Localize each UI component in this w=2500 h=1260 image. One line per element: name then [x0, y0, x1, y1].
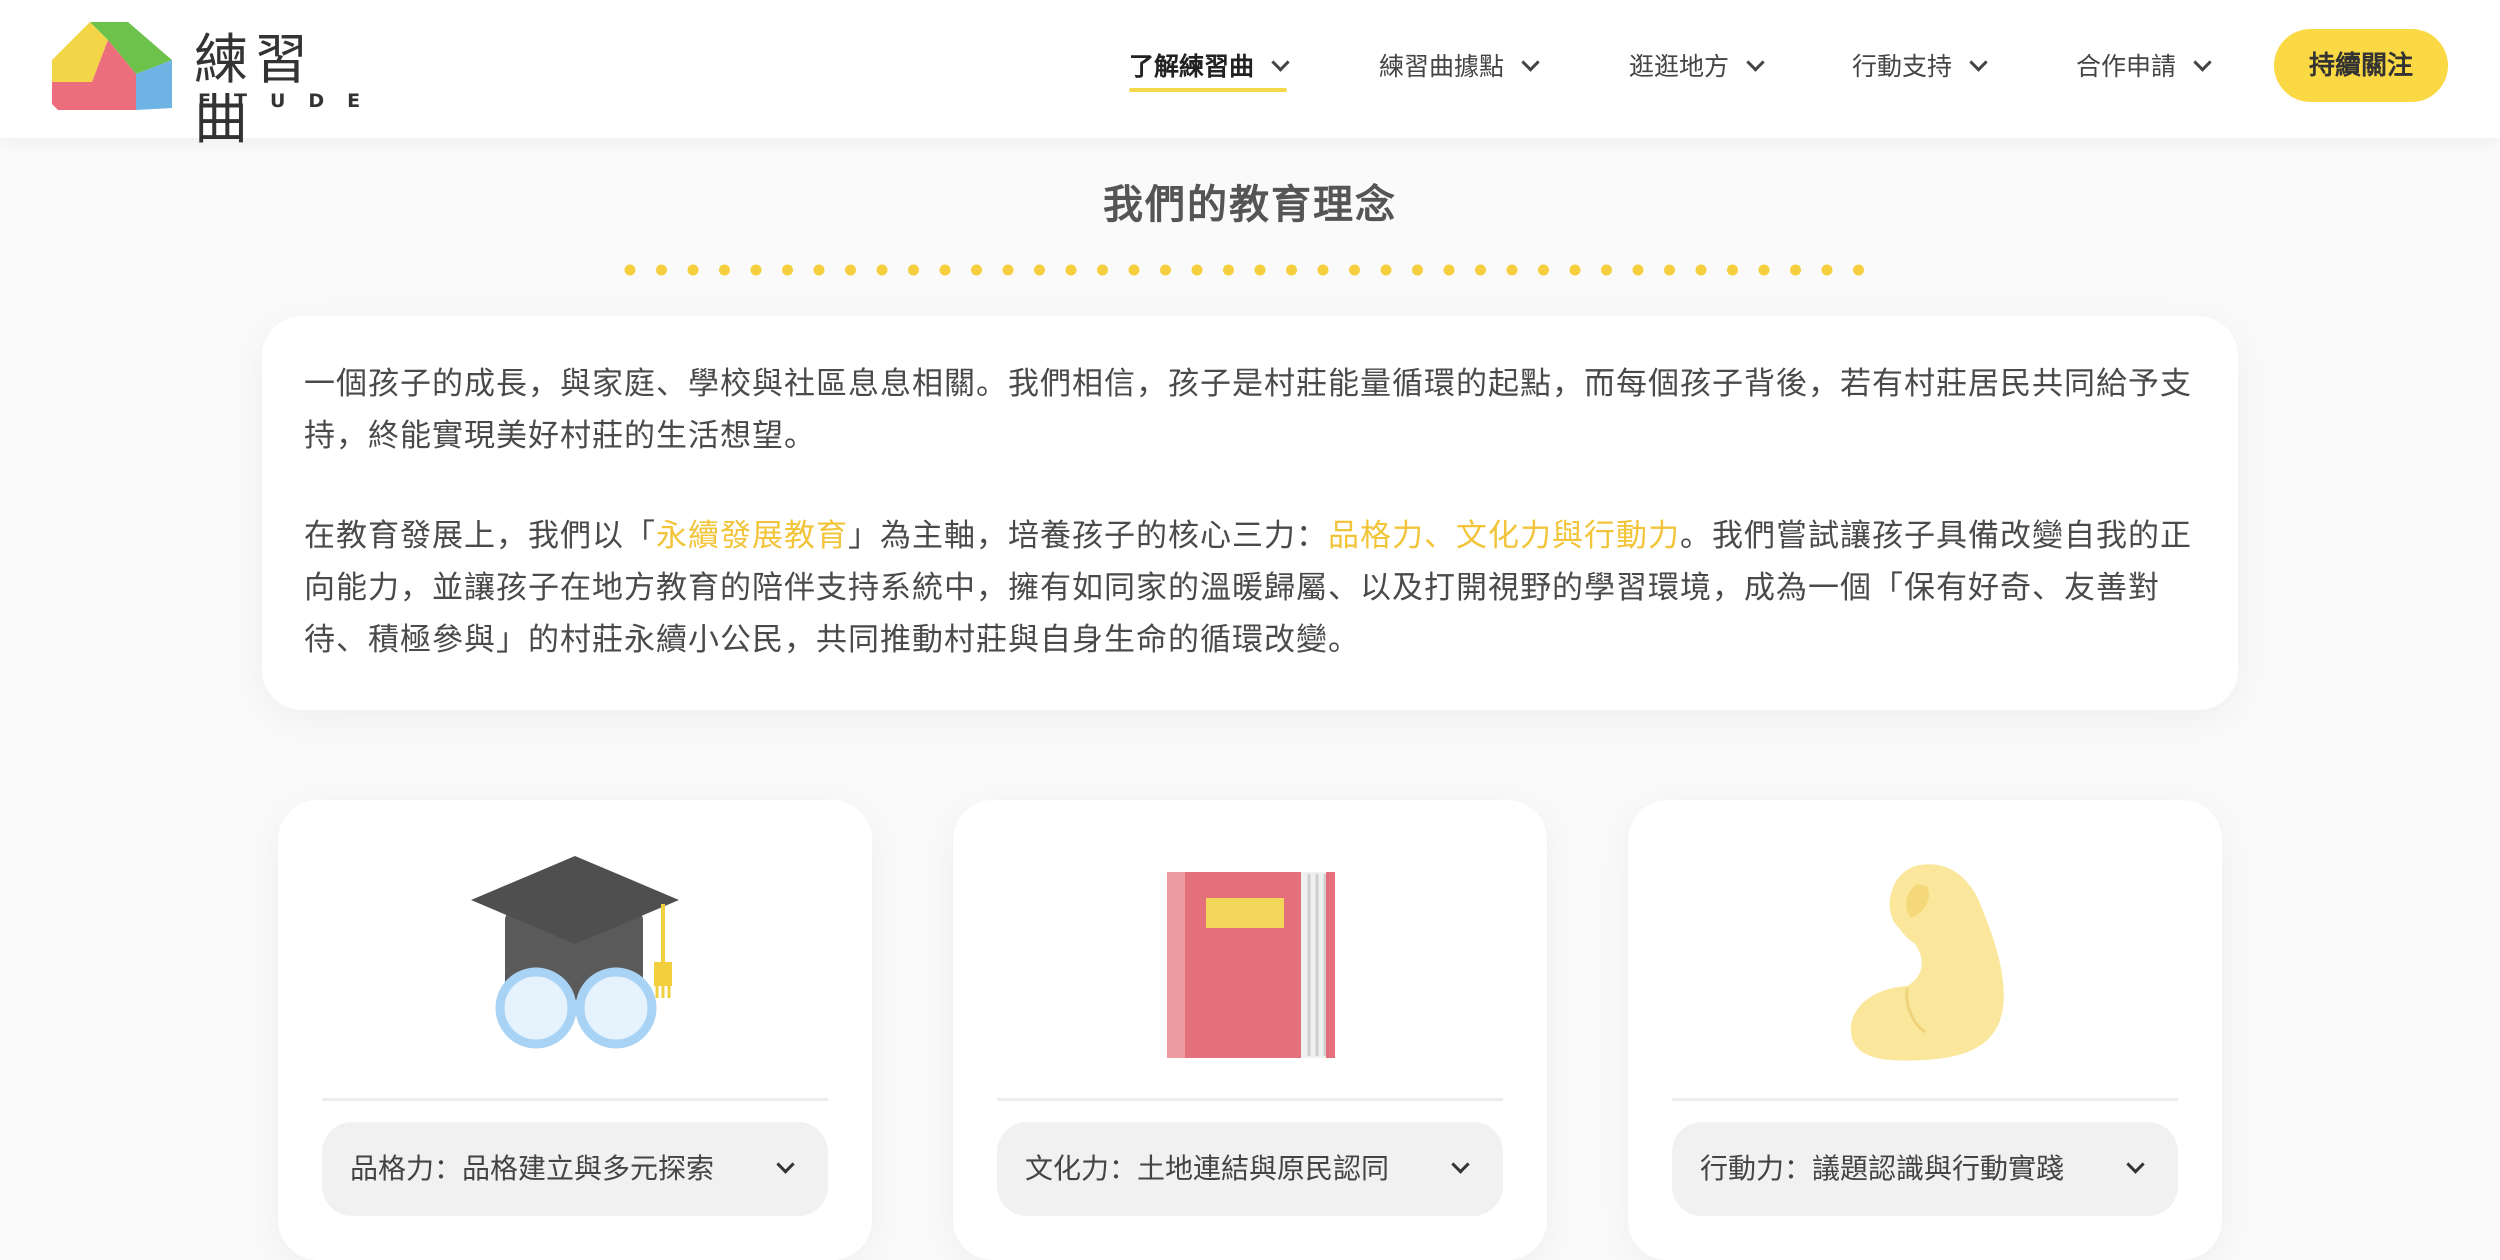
- feature-card-culture: 文化力：土地連結與原民認同: [953, 800, 1547, 1260]
- highlight-sustainable-education: 永續發展教育: [656, 518, 848, 554]
- divider-dot: [876, 264, 888, 276]
- action-dropdown[interactable]: 行動力：議題認識與行動實踐: [1672, 1122, 2178, 1216]
- dotted-divider: [624, 264, 1864, 276]
- nav-item-locations[interactable]: 練習曲據點: [1379, 48, 1540, 88]
- divider-dot: [1223, 264, 1234, 276]
- divider-dot: [1758, 264, 1770, 276]
- nav-item-partnership[interactable]: 合作申請: [2076, 48, 2212, 88]
- intro-paragraph-1: 一個孩子的成長，與家庭、學校與社區息息相關。我們相信，孩子是村莊能量循環的起點，…: [304, 366, 2192, 454]
- divider-dot: [624, 264, 636, 276]
- divider-dot: [1128, 264, 1140, 276]
- divider-dot: [1443, 264, 1455, 276]
- card-divider: [322, 1098, 828, 1101]
- follow-button[interactable]: 持續關注: [2274, 29, 2448, 102]
- nav-item-label: 練習曲據點: [1379, 52, 1505, 81]
- divider-dot: [1569, 264, 1581, 276]
- divider-dot: [1475, 264, 1486, 276]
- book-icon: [1167, 872, 1335, 1058]
- intro-text: 」為主軸，培養孩子的核心三力：: [848, 518, 1328, 554]
- divider-dot: [1506, 264, 1518, 276]
- logo-text-en: ETUDE: [198, 90, 384, 112]
- divider-dot: [1286, 264, 1297, 276]
- nav-item-label: 行動支持: [1852, 52, 1953, 81]
- chevron-down-icon: [2193, 53, 2212, 72]
- chevron-down-icon: [776, 1155, 795, 1174]
- divider-dot: [1695, 264, 1707, 276]
- flexed-arm-icon: [1850, 864, 2004, 1061]
- divider-dot: [1790, 264, 1801, 276]
- divider-dot: [845, 264, 856, 276]
- divider-dot: [1821, 264, 1833, 276]
- intro-paragraph-2: 在教育發展上，我們以「永續發展教育」為主軸，培養孩子的核心三力：品格力、文化力與…: [304, 510, 2204, 666]
- feature-card-character: 品格力：品格建立與多元探索: [278, 800, 872, 1260]
- chevron-down-icon: [1521, 53, 1540, 72]
- divider-dot: [1538, 264, 1549, 276]
- divider-dot: [971, 264, 982, 276]
- divider-dot: [1002, 264, 1014, 276]
- feature-card-action: 行動力：議題認識與行動實踐: [1628, 800, 2222, 1260]
- chevron-down-icon: [1451, 1155, 1470, 1174]
- graduation-cap-glasses-icon: [471, 856, 679, 1049]
- culture-dropdown[interactable]: 文化力：土地連結與原民認同: [997, 1122, 1503, 1216]
- divider-dot: [1853, 264, 1864, 276]
- nav-item-label: 了解練習曲: [1129, 52, 1255, 81]
- divider-dot: [1065, 264, 1077, 276]
- chevron-down-icon: [1746, 53, 1765, 72]
- card-divider: [997, 1098, 1503, 1101]
- divider-dot: [1412, 264, 1423, 276]
- chevron-down-icon: [1969, 53, 1988, 72]
- divider-dot: [939, 264, 951, 276]
- nav-item-label: 逛逛地方: [1629, 52, 1730, 81]
- divider-dot: [1317, 264, 1329, 276]
- dropdown-label: 行動力：議題認識與行動實踐: [1700, 1152, 2065, 1185]
- site-header: 練習曲 ETUDE 了解練習曲 練習曲據點 逛逛地方 行動支持 合作申請 持續關…: [0, 0, 2500, 150]
- divider-dot: [1349, 264, 1360, 276]
- highlight-three-abilities: 品格力、文化力與行動力: [1328, 518, 1680, 554]
- chevron-down-icon: [2126, 1155, 2145, 1174]
- etude-house-logo-icon: [52, 22, 172, 110]
- divider-dot: [687, 264, 699, 276]
- divider-dot: [1254, 264, 1266, 276]
- nav-item-support[interactable]: 行動支持: [1852, 48, 1988, 88]
- divider-dot: [1191, 264, 1203, 276]
- dropdown-label: 品格力：品格建立與多元探索: [350, 1152, 715, 1185]
- divider-dot: [656, 264, 667, 276]
- divider-dot: [1664, 264, 1675, 276]
- dropdown-label: 文化力：土地連結與原民認同: [1025, 1152, 1390, 1185]
- chevron-down-icon: [1271, 53, 1290, 72]
- divider-dot: [1160, 264, 1171, 276]
- intro-card: 一個孩子的成長，與家庭、學校與社區息息相關。我們相信，孩子是村莊能量循環的起點，…: [262, 316, 2238, 710]
- divider-dot: [750, 264, 762, 276]
- character-dropdown[interactable]: 品格力：品格建立與多元探索: [322, 1122, 828, 1216]
- divider-dot: [782, 264, 793, 276]
- nav-item-explore[interactable]: 逛逛地方: [1629, 48, 1765, 88]
- active-nav-underline: [1129, 88, 1288, 92]
- divider-dot: [908, 264, 919, 276]
- site-logo[interactable]: 練習曲 ETUDE: [52, 22, 360, 150]
- section-title: 我們的教育理念: [1103, 182, 1397, 228]
- divider-dot: [1034, 264, 1045, 276]
- nav-item-about[interactable]: 了解練習曲: [1129, 48, 1290, 92]
- divider-dot: [719, 264, 730, 276]
- divider-dot: [1632, 264, 1644, 276]
- intro-text: 在教育發展上，我們以「: [304, 518, 656, 554]
- divider-dot: [1097, 264, 1108, 276]
- divider-dot: [813, 264, 825, 276]
- divider-dot: [1601, 264, 1612, 276]
- divider-dot: [1727, 264, 1738, 276]
- divider-dot: [1380, 264, 1392, 276]
- nav-item-label: 合作申請: [2076, 52, 2177, 81]
- card-divider: [1672, 1098, 2178, 1101]
